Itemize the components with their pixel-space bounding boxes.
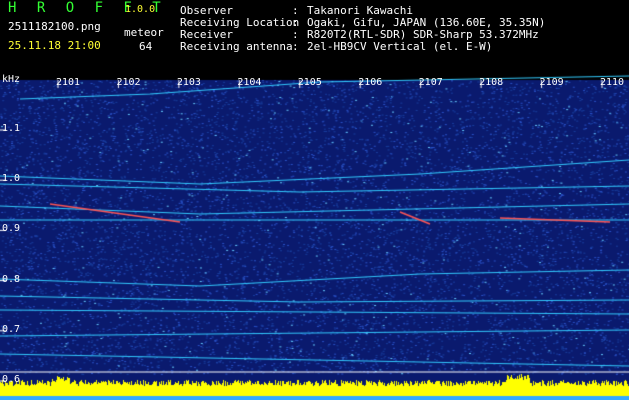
frequency-tick-label: 1.1 <box>2 123 21 134</box>
time-tick-label: 2107 <box>418 77 443 88</box>
frequency-tick-label: 0.9 <box>2 223 21 235</box>
frequency-tick-label: 0.6 <box>2 374 21 385</box>
time-tick-label: 2102 <box>116 77 141 88</box>
datetime: 25.11.18 21:00 <box>8 39 101 52</box>
time-tick-label: 2101 <box>56 77 81 88</box>
antenna-colon: : <box>292 40 299 53</box>
time-tick-label: 2109 <box>539 77 564 88</box>
frequency-tick-label: 0.8 <box>2 273 21 285</box>
time-tick-label: 2104 <box>237 77 262 88</box>
antenna-value: 2el-HB9CV Vertical (el. E-W) <box>307 40 493 53</box>
app-version: 1.0.0 <box>125 4 156 15</box>
file-name: 2511182100.png <box>8 20 101 33</box>
time-tick-label: 2110 <box>600 77 625 88</box>
time-tick-label: 2103 <box>176 77 201 88</box>
time-tick-label: 2105 <box>297 77 322 88</box>
time-tick-label: 2108 <box>479 77 504 88</box>
meteor-count: 64 <box>139 40 153 53</box>
spectrogram-panel: kHz 2101 2102 2103 2104 2105 2106 2107 2108 2109… <box>0 74 629 400</box>
spectrogram-canvas <box>0 74 629 400</box>
frequency-tick-label: 1.0 <box>2 173 21 185</box>
time-tick-label: 2106 <box>358 77 383 88</box>
frequency-unit-label: kHz <box>2 74 21 85</box>
header: H R O F F T 1.0.0 2511182100.png 25.11.1… <box>0 0 629 74</box>
meteor-label: meteor <box>124 26 164 39</box>
antenna-label: Receiving antenna <box>180 40 293 53</box>
frequency-tick-label: 0.7 <box>2 323 21 335</box>
